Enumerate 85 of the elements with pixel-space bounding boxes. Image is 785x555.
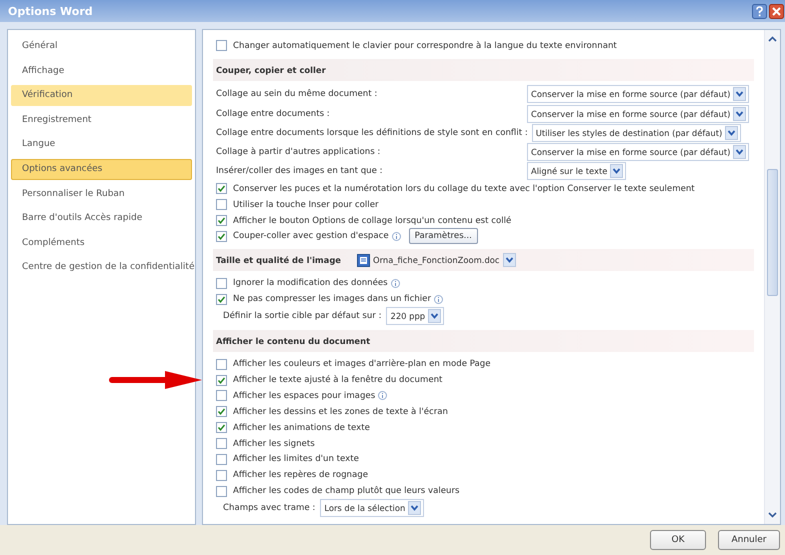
dropdown-value: Orna_fiche_FonctionZoom.doc <box>373 255 500 266</box>
dropdown[interactable]: Lors de la sélection <box>320 499 424 518</box>
checkbox-label: Afficher les signets <box>233 438 315 449</box>
caret-icon <box>428 309 442 324</box>
sidebar-item[interactable]: Personnaliser le Ruban <box>11 184 192 205</box>
section-title: Afficher le contenu du document <box>216 336 370 346</box>
checkbox-label: Afficher les codes de champ plutôt que leurs valeurs <box>233 486 460 496</box>
checkbox[interactable] <box>216 40 227 52</box>
document-icon <box>357 254 370 267</box>
checkbox-label: Couper-coller avec gestion d'espace <box>233 231 389 242</box>
dropdown-value: Utiliser les styles de destination (par défaut) <box>536 128 722 138</box>
sidebar-item[interactable]: Général <box>11 36 192 57</box>
checkbox-label: Afficher le bouton Options de collage lorsqu'un contenu est collé <box>233 216 512 226</box>
checkbox[interactable] <box>216 486 227 497</box>
checkbox[interactable] <box>216 199 227 210</box>
field-label: Collage au sein du même document : <box>216 89 378 100</box>
checkbox[interactable] <box>216 374 227 386</box>
caret-icon <box>733 145 746 160</box>
field-label: Collage entre documents : <box>216 108 331 119</box>
caret-icon <box>733 87 746 102</box>
field-label: Collage à partir d'autres applications : <box>216 147 382 158</box>
checkbox[interactable] <box>216 278 227 289</box>
checkbox[interactable] <box>216 454 227 465</box>
checkbox-label: Changer automatiquement le clavier pour correspondre à la langue du texte environnant <box>233 40 617 51</box>
dropdown-value: Aligné sur le texte <box>531 166 608 176</box>
help-icon[interactable] <box>752 4 767 18</box>
section-title: Taille et qualité de l'image <box>216 255 341 266</box>
checkbox-label: Afficher les limites d'un texte <box>233 454 359 464</box>
dropdown-value: 220 ppp <box>390 311 426 322</box>
window-title: Options Word <box>8 4 93 18</box>
sidebar-item[interactable]: Compléments <box>11 232 192 254</box>
checkbox-label: Afficher les animations de texte <box>233 422 370 433</box>
sidebar-item[interactable]: Vérification <box>11 85 192 106</box>
dropdown[interactable]: Aligné sur le texte <box>527 162 626 180</box>
sidebar-item[interactable]: Options avancées <box>11 158 192 180</box>
checkbox[interactable] <box>216 215 227 226</box>
checkbox[interactable] <box>216 294 227 305</box>
dropdown[interactable]: Conserver la mise en forme source (par défaut) <box>527 143 750 162</box>
checkbox[interactable] <box>216 390 227 402</box>
ok-button[interactable]: OK <box>650 530 706 550</box>
scroll-thumb[interactable] <box>767 169 778 296</box>
checkbox-label: Ne pas compresser les images dans un fichier <box>233 294 431 304</box>
cancel-button[interactable]: Annuler <box>718 530 780 550</box>
caret-icon <box>408 501 422 516</box>
checkbox-label: Conserver les puces et la numérotation lors du collage du texte avec l'option Conserver le texte seulement <box>233 184 695 194</box>
dropdown-value: Conserver la mise en forme source (par défaut) <box>531 89 730 100</box>
sidebar-item[interactable]: Affichage <box>11 60 192 82</box>
caret-icon <box>733 106 746 121</box>
caret-icon <box>502 253 516 268</box>
sidebar-item[interactable]: Enregistrement <box>11 110 192 131</box>
close-icon[interactable] <box>769 4 784 18</box>
settings-button[interactable]: Paramètres... <box>408 228 478 244</box>
dropdown[interactable]: Orna_fiche_FonctionZoom.doc <box>353 251 518 270</box>
dropdown[interactable]: Conserver la mise en forme source (par défaut) <box>527 104 750 123</box>
checkbox[interactable] <box>216 406 227 418</box>
checkbox-label: Afficher les couleurs et images d'arrière-plan en mode Page <box>233 359 491 370</box>
field-label: Insérer/coller des images en tant que : <box>216 166 384 176</box>
sidebar-item[interactable]: Centre de gestion de la confidentialité <box>11 257 192 278</box>
checkbox[interactable] <box>216 183 227 194</box>
checkbox[interactable] <box>216 438 227 450</box>
dropdown[interactable]: Conserver la mise en forme source (par défaut) <box>527 85 750 104</box>
section-title: Couper, copier et coller <box>216 64 326 75</box>
dropdown[interactable]: 220 ppp <box>386 307 444 326</box>
checkbox[interactable] <box>216 422 227 434</box>
checkbox-label: Ignorer la modification des données <box>233 278 388 288</box>
checkbox[interactable] <box>216 230 227 242</box>
field-label: Collage entre documents lorsque les définitions de style sont en conflit : <box>216 128 528 138</box>
sidebar-item[interactable]: Langue <box>11 134 192 156</box>
dropdown-value: Conserver la mise en forme source (par défaut) <box>531 147 730 158</box>
dropdown-value: Conserver la mise en forme source (par défaut) <box>531 108 730 119</box>
checkbox-label: Utiliser la touche Inser pour coller <box>233 200 379 210</box>
caret-icon <box>725 126 738 140</box>
checkbox-label: Afficher les repères de rognage <box>233 470 368 480</box>
field-label: Définir la sortie cible par défaut sur : <box>223 311 382 322</box>
checkbox[interactable] <box>216 358 227 370</box>
scrollbar[interactable] <box>764 30 780 524</box>
dropdown-value: Lors de la sélection <box>324 503 406 514</box>
checkbox-label: Afficher les dessins et les zones de texte à l'écran <box>233 406 448 417</box>
checkbox[interactable] <box>216 470 227 481</box>
field-label: Champs avec trame : <box>223 503 316 514</box>
sidebar-item[interactable]: Barre d'outils Accès rapide <box>11 208 192 230</box>
dropdown[interactable]: Utiliser les styles de destination (par défaut) <box>532 124 742 142</box>
checkbox-label: Afficher les espaces pour images <box>233 390 376 401</box>
caret-icon <box>610 164 624 178</box>
checkbox-label: Afficher le texte ajusté à la fenêtre du document <box>233 375 442 385</box>
